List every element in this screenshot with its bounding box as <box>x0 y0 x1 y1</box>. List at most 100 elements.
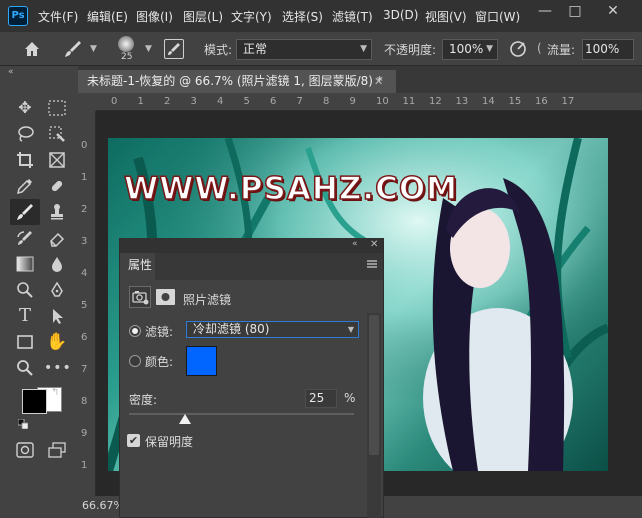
opacity-value: 100% <box>449 42 484 56</box>
horizontal-ruler[interactable] <box>96 93 642 111</box>
ruler-tick-label: 2 <box>81 204 88 215</box>
maximize-button[interactable]: □ <box>560 0 590 22</box>
layer-mask-icon[interactable] <box>156 289 175 305</box>
minimize-button[interactable]: — <box>530 0 560 22</box>
density-slider-track[interactable] <box>129 413 354 415</box>
close-panel-icon[interactable]: ✕ <box>370 239 378 250</box>
quick-selection-tool-icon[interactable] <box>44 122 70 146</box>
ruler-tick-label: 11 <box>402 96 416 107</box>
panel-scrollbar-thumb[interactable] <box>369 315 379 455</box>
menu-file[interactable]: 文件(F) <box>38 8 78 25</box>
marquee-tool-icon[interactable] <box>44 96 70 120</box>
gradient-tool-icon[interactable] <box>12 252 38 276</box>
menu-layer[interactable]: 图层(L) <box>183 8 223 25</box>
ruler-tick-label: 5 <box>243 96 250 107</box>
color-radio[interactable] <box>129 355 141 367</box>
ruler-tick-label: 14 <box>482 96 495 107</box>
watermark-text: WWW.PSAHZ.COM <box>123 170 459 208</box>
dodge-tool-icon[interactable] <box>12 278 38 302</box>
mode-label: 模式: <box>204 43 233 57</box>
zoom-level[interactable]: 66.67% <box>82 499 124 512</box>
adjustment-icon[interactable] <box>129 286 151 308</box>
ruler-tick-label: 4 <box>81 268 88 279</box>
clone-stamp-tool-icon[interactable] <box>44 200 70 224</box>
hand-tool-icon[interactable]: ✋ <box>44 330 70 354</box>
collapse-panel-icon[interactable]: « <box>352 239 358 249</box>
blur-tool-icon[interactable] <box>44 252 70 276</box>
properties-panel <box>119 238 384 518</box>
opacity-input[interactable]: 100% ▼ <box>442 39 498 60</box>
ruler-tick-label: 16 <box>535 96 548 107</box>
preserve-luminosity-checkbox[interactable]: ✔ <box>127 434 140 447</box>
blend-mode-value: 正常 <box>243 42 268 56</box>
brush-panel-icon[interactable] <box>164 39 184 59</box>
chevron-down-icon[interactable]: ▼ <box>90 44 97 54</box>
pressure-opacity-icon[interactable] <box>508 39 528 59</box>
tab-properties[interactable]: 属性 <box>120 253 155 280</box>
ruler-tick-label: 3 <box>81 236 88 247</box>
brush-tool-icon[interactable] <box>10 199 40 225</box>
ruler-tick-label: 3 <box>190 96 197 107</box>
eyedropper-tool-icon[interactable] <box>12 174 38 198</box>
type-tool-icon[interactable]: T <box>12 304 38 328</box>
menu-edit[interactable]: 编辑(E) <box>87 8 128 25</box>
quick-mask-icon[interactable] <box>12 438 38 462</box>
crop-tool-icon[interactable] <box>12 148 38 172</box>
chevron-down-icon[interactable]: ▼ <box>145 44 152 54</box>
home-icon[interactable] <box>22 39 42 59</box>
panel-menu-icon[interactable] <box>366 258 378 270</box>
density-unit: % <box>344 391 356 405</box>
ruler-tick-label: 12 <box>429 96 442 107</box>
document-tab[interactable]: 未标题-1-恢复的 @ 66.7% (照片滤镜 1, 图层蒙版/8) * <box>78 70 396 93</box>
close-window-button[interactable]: ✕ <box>598 0 628 22</box>
path-selection-tool-icon[interactable] <box>44 304 70 328</box>
close-tab-icon[interactable]: ✕ <box>374 70 388 93</box>
menu-filter[interactable]: 滤镜(T) <box>332 8 373 25</box>
separator-bracket: ( <box>537 41 542 55</box>
ruler-tick-label: 1 <box>81 460 88 471</box>
flow-input[interactable]: 100% <box>582 39 634 60</box>
density-input[interactable]: 25 <box>305 389 337 408</box>
brush-tool-preset-icon[interactable] <box>62 38 84 60</box>
filter-select[interactable]: 冷却滤镜 (80) ▼ <box>186 321 359 338</box>
blend-mode-select[interactable]: 正常 ▼ <box>236 39 372 60</box>
density-slider-thumb[interactable] <box>179 414 192 424</box>
history-brush-tool-icon[interactable] <box>12 226 38 250</box>
lasso-tool-icon[interactable] <box>12 122 38 146</box>
menu-select[interactable]: 选择(S) <box>282 8 323 25</box>
ruler-tick-label: 6 <box>81 332 88 343</box>
zoom-tool-icon[interactable] <box>12 356 38 380</box>
menu-type[interactable]: 文字(Y) <box>231 8 272 25</box>
color-label: 颜色: <box>145 355 174 369</box>
ruler-tick-label: 0 <box>111 96 118 107</box>
move-tool-icon[interactable]: ✥ <box>12 96 38 120</box>
ruler-tick-label: 9 <box>81 428 88 439</box>
filter-radio[interactable] <box>129 325 141 337</box>
chevron-down-icon: ▼ <box>360 44 367 54</box>
brush-preview-icon[interactable] <box>118 36 134 52</box>
ruler-origin[interactable] <box>78 93 96 111</box>
panel-header[interactable] <box>120 238 383 253</box>
menu-view[interactable]: 视图(V) <box>425 8 467 25</box>
collapse-toolbar-icon[interactable]: « <box>8 67 14 77</box>
screen-mode-icon[interactable] <box>44 438 70 462</box>
chevron-down-icon: ▼ <box>347 325 354 334</box>
frame-tool-icon[interactable] <box>44 148 70 172</box>
foreground-color-swatch[interactable] <box>22 389 47 414</box>
ruler-tick-label: 6 <box>270 96 277 107</box>
pen-tool-icon[interactable] <box>44 278 70 302</box>
menu-3d[interactable]: 3D(D) <box>383 8 418 22</box>
menu-window[interactable]: 窗口(W) <box>475 8 520 25</box>
flow-label: 流量: <box>547 43 576 57</box>
ruler-tick-label: 13 <box>455 96 469 107</box>
panel-tab-row <box>120 253 383 280</box>
swap-colors-icon[interactable]: ↰ <box>51 387 59 398</box>
menu-image[interactable]: 图像(I) <box>136 8 173 25</box>
eraser-tool-icon[interactable] <box>44 226 70 250</box>
preserve-luminosity-label: 保留明度 <box>145 435 194 449</box>
rectangle-tool-icon[interactable] <box>12 330 38 354</box>
more-tools-icon[interactable]: ••• <box>44 356 71 380</box>
filter-color-swatch[interactable] <box>186 346 217 376</box>
spot-healing-tool-icon[interactable] <box>44 174 70 198</box>
default-colors-icon[interactable] <box>17 418 29 430</box>
